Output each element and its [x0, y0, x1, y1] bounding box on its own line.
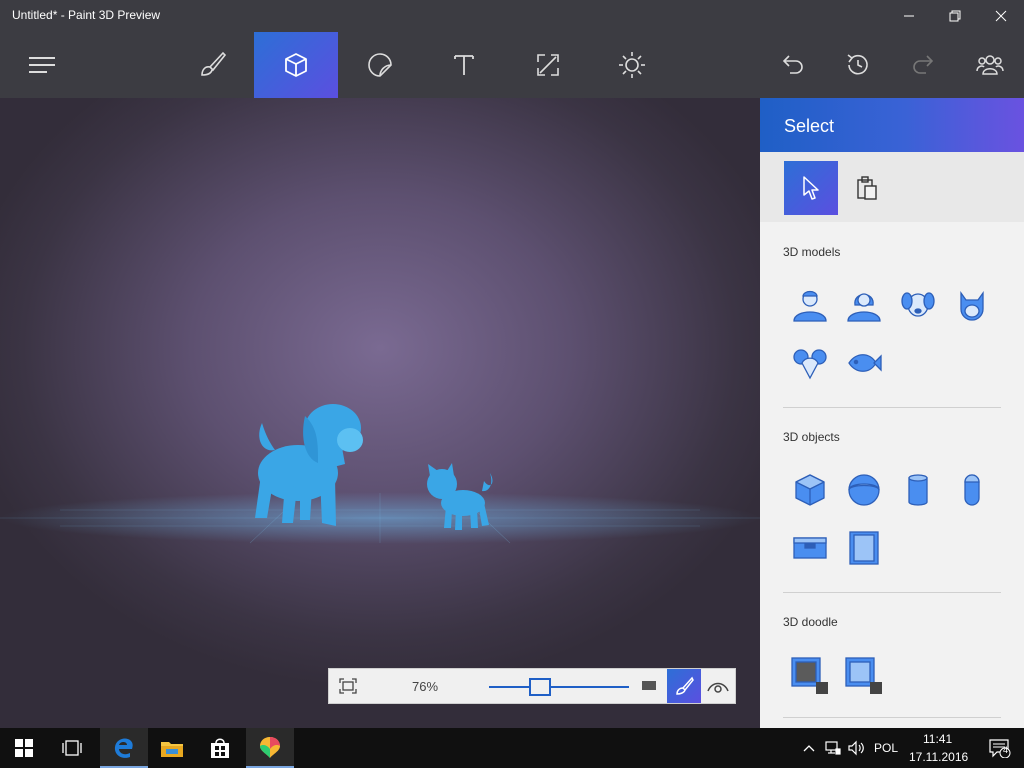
side-panel: Select 3D models 3D objects 3D doodle [760, 98, 1024, 728]
select-cursor-icon [803, 176, 819, 200]
clock-time[interactable]: 11:41 [923, 732, 952, 746]
cylinder-object-icon[interactable] [898, 470, 938, 510]
task-view-icon [62, 740, 82, 756]
section-3d-models-title: 3D models [783, 245, 841, 259]
scene-viewport [0, 404, 760, 544]
frame-object-icon[interactable] [844, 528, 884, 568]
store-taskbar-button[interactable] [196, 728, 244, 768]
eye-icon [707, 682, 729, 693]
woman-model-icon[interactable] [844, 285, 884, 325]
section-3d-objects-title: 3D objects [783, 430, 840, 444]
man-model-icon[interactable] [790, 285, 830, 325]
capsule-object-icon[interactable] [952, 470, 992, 510]
speaker-icon [848, 740, 864, 756]
max-zoom-marker [642, 681, 656, 690]
file-explorer-taskbar-button[interactable] [148, 728, 196, 768]
edge-taskbar-button[interactable] [100, 728, 148, 768]
start-button[interactable] [0, 728, 48, 768]
canvas-resize-icon [537, 54, 559, 76]
view-mode-button[interactable] [701, 669, 735, 703]
windows-start-icon [15, 739, 33, 757]
tab-tools[interactable] [170, 32, 254, 98]
fit-to-screen-button[interactable] [329, 669, 367, 703]
paint-mode-button[interactable] [667, 669, 701, 703]
taskbar: POL 11:41 17.11.2016 4 [0, 728, 1024, 768]
action-center-button[interactable]: 4 [976, 728, 1024, 768]
undo-icon [782, 55, 803, 74]
section-3d-doodle-title: 3D doodle [783, 615, 838, 629]
brush-icon [201, 51, 227, 76]
zoom-slider-thumb[interactable] [529, 678, 551, 696]
history-icon [847, 54, 868, 75]
fit-screen-icon [339, 678, 357, 694]
network-icon [825, 741, 841, 755]
sticker-icon [368, 53, 392, 77]
redo-icon [913, 55, 934, 74]
minimize-button[interactable] [886, 0, 932, 32]
tab-stickers[interactable] [338, 32, 422, 98]
sphere-object-icon[interactable] [844, 470, 884, 510]
restore-button[interactable] [932, 0, 978, 32]
fish-model-icon[interactable] [844, 343, 884, 383]
network-tray-button[interactable] [822, 728, 844, 768]
tab-effects[interactable] [590, 32, 674, 98]
volume-tray-button[interactable] [846, 728, 868, 768]
dog-model-icon[interactable] [898, 285, 938, 325]
zoom-percent: 76% [411, 679, 439, 694]
select-tools-row [760, 152, 1024, 222]
3d-canvas[interactable] [0, 98, 760, 728]
effects-sun-icon [619, 52, 645, 78]
close-button[interactable] [978, 0, 1024, 32]
zoom-bar: 76% [328, 668, 736, 704]
3d-cube-icon [285, 53, 307, 77]
store-icon [211, 738, 229, 758]
task-view-button[interactable] [48, 728, 96, 768]
main-toolbar [0, 32, 1024, 98]
community-button[interactable] [950, 32, 1024, 98]
file-explorer-icon [161, 742, 183, 757]
community-icon [976, 55, 1004, 75]
zoom-slider-track[interactable] [489, 686, 629, 688]
tab-3d[interactable] [254, 32, 338, 98]
minimize-icon [904, 15, 914, 17]
paint3d-taskbar-button[interactable] [246, 728, 294, 768]
notification-count: 4 [1003, 745, 1009, 755]
text-icon [454, 55, 474, 75]
mouse-model-icon[interactable] [790, 343, 830, 383]
hamburger-menu-icon [29, 57, 55, 73]
close-icon [995, 10, 1007, 22]
tab-canvas[interactable] [506, 32, 590, 98]
box-object-icon[interactable] [790, 528, 830, 568]
sharp-doodle-icon[interactable] [790, 656, 830, 696]
cat-model-icon[interactable] [952, 285, 992, 325]
tab-text[interactable] [422, 32, 506, 98]
chevron-up-icon [803, 745, 815, 752]
title-bar: Untitled* - Paint 3D Preview [0, 0, 1024, 32]
cube-object-icon[interactable] [790, 470, 830, 510]
window-title: Untitled* - Paint 3D Preview [12, 8, 161, 22]
soft-doodle-icon[interactable] [844, 656, 884, 696]
section-divider [783, 717, 1001, 718]
paste-icon [857, 176, 877, 200]
brush-icon [676, 676, 694, 695]
select-tool-button[interactable] [784, 161, 838, 215]
section-divider [783, 407, 1001, 408]
panel-title: Select [760, 98, 1024, 152]
edge-browser-icon [114, 738, 133, 758]
menu-button[interactable] [0, 32, 84, 98]
paste-button[interactable] [840, 161, 894, 215]
clock-date[interactable]: 17.11.2016 [909, 750, 968, 764]
show-hidden-icons-button[interactable] [798, 728, 820, 768]
language-indicator[interactable]: POL [874, 741, 898, 755]
paint3d-icon [260, 737, 280, 758]
restore-icon [949, 10, 961, 22]
section-divider [783, 592, 1001, 593]
